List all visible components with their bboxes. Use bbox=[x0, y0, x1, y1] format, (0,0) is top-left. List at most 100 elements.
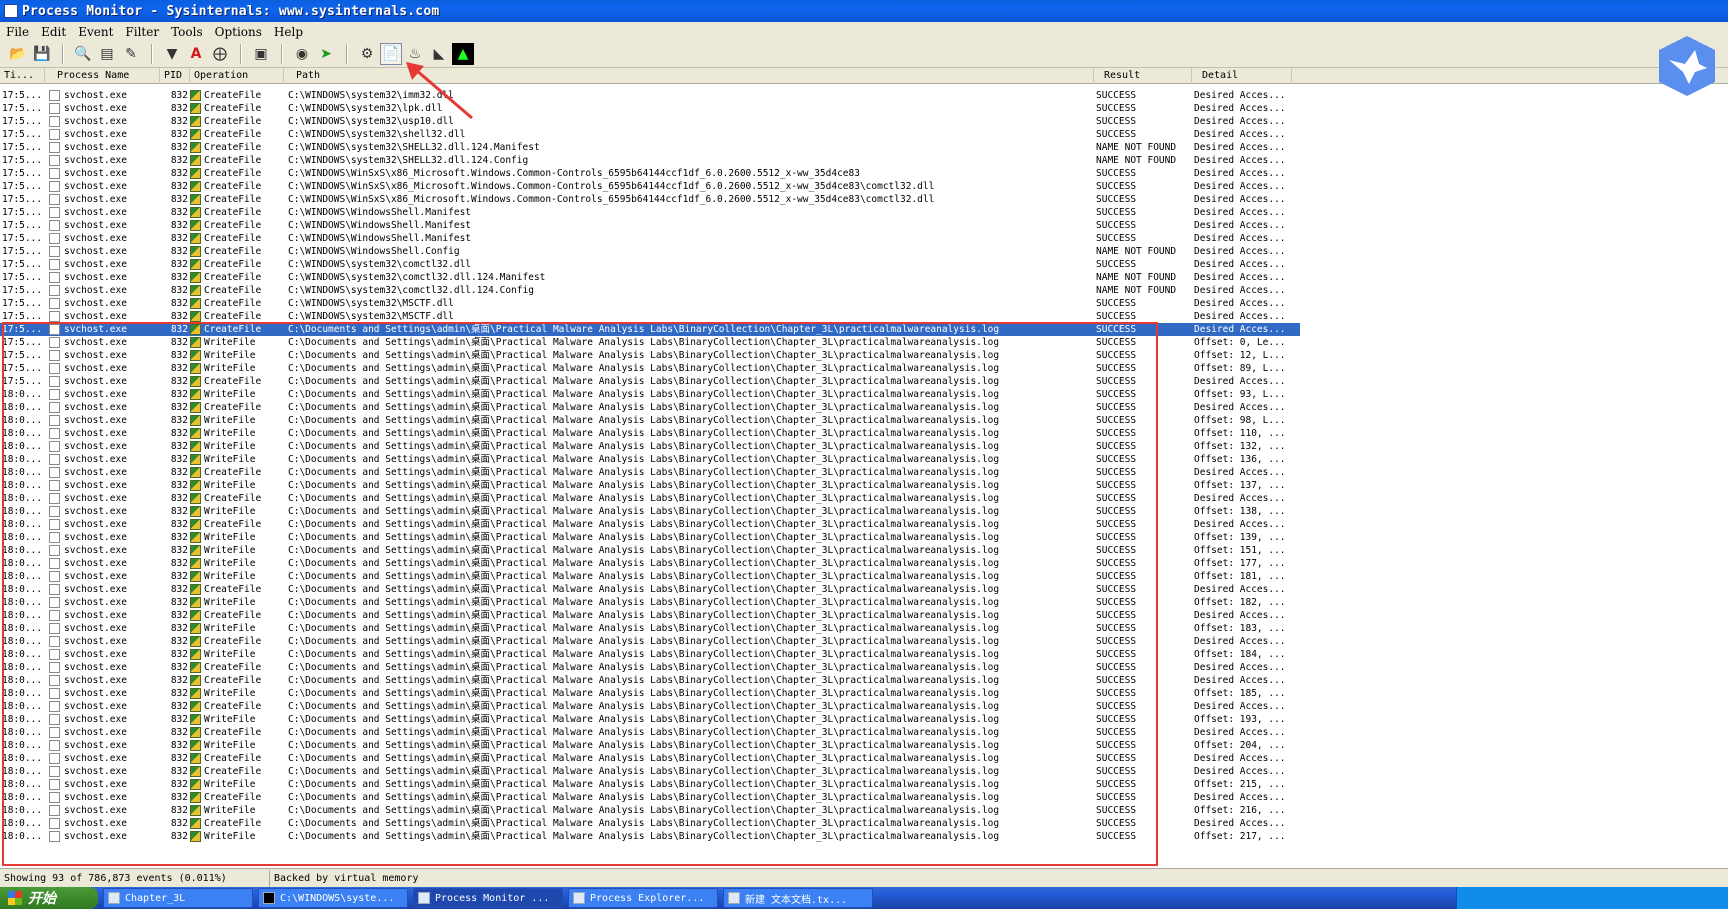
table-row[interactable]: 18:0... svchost.exe 832 CreateFile C:\Docume… bbox=[0, 466, 1300, 479]
task-chapter-3l[interactable]: Chapter_3L bbox=[103, 888, 253, 908]
title-bar[interactable]: Process Monitor - Sysinternals: www.sysi… bbox=[0, 0, 1728, 22]
menu-file[interactable]: File bbox=[0, 25, 35, 39]
table-row[interactable]: 18:0... svchost.exe 832 CreateFile C:\Docume… bbox=[0, 765, 1300, 778]
table-row[interactable]: 18:0... svchost.exe 832 CreateFile C:\Docume… bbox=[0, 661, 1300, 674]
table-row[interactable]: 17:5... svchost.exe 832 CreateFile C:\WINDOW… bbox=[0, 284, 1300, 297]
table-row[interactable]: 17:5... svchost.exe 832 CreateFile C:\WINDOW… bbox=[0, 180, 1300, 193]
jump-icon[interactable]: ▣ bbox=[250, 43, 272, 65]
table-row[interactable]: 18:0... svchost.exe 832 WriteFile C:\Documen… bbox=[0, 440, 1300, 453]
table-row[interactable]: 18:0... svchost.exe 832 CreateFile C:\Docume… bbox=[0, 817, 1300, 830]
autoscroll-icon[interactable]: ▤ bbox=[96, 43, 118, 65]
cell-time: 18:0... bbox=[2, 441, 43, 452]
table-row[interactable]: 17:5... svchost.exe 832 CreateFile C:\WINDOW… bbox=[0, 245, 1300, 258]
column-operation[interactable]: Operation bbox=[190, 68, 284, 84]
table-row[interactable]: 17:5... svchost.exe 832 CreateFile C:\WINDOW… bbox=[0, 232, 1300, 245]
table-row[interactable]: 18:0... svchost.exe 832 WriteFile C:\Documen… bbox=[0, 739, 1300, 752]
table-row[interactable]: 18:0... svchost.exe 832 WriteFile C:\Documen… bbox=[0, 414, 1300, 427]
table-row[interactable]: 18:0... svchost.exe 832 WriteFile C:\Documen… bbox=[0, 713, 1300, 726]
clear-icon[interactable]: ✎ bbox=[120, 43, 142, 65]
registry-icon[interactable]: ⚙ bbox=[356, 43, 378, 65]
table-row[interactable]: 18:0... svchost.exe 832 WriteFile C:\Documen… bbox=[0, 557, 1300, 570]
table-row[interactable]: 17:5... svchost.exe 832 CreateFile C:\WINDOW… bbox=[0, 310, 1300, 323]
table-row[interactable]: 18:0... svchost.exe 832 WriteFile C:\Documen… bbox=[0, 505, 1300, 518]
menu-help[interactable]: Help bbox=[268, 25, 309, 39]
task-notepad[interactable]: 新建 文本文档.tx... bbox=[723, 888, 873, 908]
network-icon[interactable]: ⨁ bbox=[209, 43, 231, 65]
table-row[interactable]: 18:0... svchost.exe 832 WriteFile C:\Documen… bbox=[0, 804, 1300, 817]
highlight-icon[interactable]: A bbox=[185, 43, 207, 65]
table-row[interactable]: 18:0... svchost.exe 832 CreateFile C:\Docume… bbox=[0, 700, 1300, 713]
table-row[interactable]: 18:0... svchost.exe 832 WriteFile C:\Documen… bbox=[0, 622, 1300, 635]
table-row[interactable]: 18:0... svchost.exe 832 WriteFile C:\Documen… bbox=[0, 778, 1300, 791]
table-row[interactable]: 18:0... svchost.exe 832 WriteFile C:\Documen… bbox=[0, 648, 1300, 661]
table-row[interactable]: 18:0... svchost.exe 832 CreateFile C:\Docume… bbox=[0, 583, 1300, 596]
start-button[interactable]: 开始 bbox=[0, 887, 98, 909]
task-command-prompt[interactable]: C:\WINDOWS\syste... bbox=[258, 888, 408, 908]
table-row[interactable]: 18:0... svchost.exe 832 CreateFile C:\Docume… bbox=[0, 726, 1300, 739]
column-time[interactable]: Ti... bbox=[0, 68, 45, 84]
table-row[interactable]: 17:5... svchost.exe 832 CreateFile C:\WINDOW… bbox=[0, 219, 1300, 232]
table-row[interactable]: 18:0... svchost.exe 832 CreateFile C:\Docume… bbox=[0, 752, 1300, 765]
event-list[interactable]: 17:5... svchost.exe 832 CreateFile C:\WINDOW… bbox=[0, 85, 1728, 863]
table-row[interactable]: 18:0... svchost.exe 832 CreateFile C:\Docume… bbox=[0, 674, 1300, 687]
table-row[interactable]: 18:0... svchost.exe 832 CreateFile C:\Docume… bbox=[0, 791, 1300, 804]
menu-edit[interactable]: Edit bbox=[35, 25, 72, 39]
table-row[interactable]: 17:5... svchost.exe 832 CreateFile C:\WINDOW… bbox=[0, 258, 1300, 271]
menu-event[interactable]: Event bbox=[72, 25, 119, 39]
menu-tools[interactable]: Tools bbox=[165, 25, 209, 39]
cell-operation: CreateFile bbox=[204, 493, 262, 504]
table-row[interactable]: 17:5... svchost.exe 832 CreateFile C:\WINDOW… bbox=[0, 102, 1300, 115]
table-row[interactable]: 18:0... svchost.exe 832 WriteFile C:\Documen… bbox=[0, 544, 1300, 557]
column-process-name[interactable]: Process Name bbox=[45, 68, 160, 84]
table-row[interactable]: 18:0... svchost.exe 832 WriteFile C:\Documen… bbox=[0, 531, 1300, 544]
table-row[interactable]: 18:0... svchost.exe 832 WriteFile C:\Documen… bbox=[0, 570, 1300, 583]
cell-path: C:\WINDOWS\system32\comctl32.dll.124.Con… bbox=[288, 285, 534, 296]
table-row[interactable]: 18:0... svchost.exe 832 WriteFile C:\Documen… bbox=[0, 388, 1300, 401]
table-row[interactable]: 18:0... svchost.exe 832 WriteFile C:\Documen… bbox=[0, 596, 1300, 609]
column-pid[interactable]: PID bbox=[160, 68, 190, 84]
network-activity-icon[interactable]: ♨ bbox=[404, 43, 426, 65]
table-row[interactable]: 17:5... svchost.exe 832 WriteFile C:\Documen… bbox=[0, 349, 1300, 362]
table-row[interactable]: 17:5... svchost.exe 832 CreateFile C:\WINDOW… bbox=[0, 141, 1300, 154]
save-icon[interactable]: 💾 bbox=[31, 43, 53, 65]
table-row[interactable]: 17:5... svchost.exe 832 CreateFile C:\WINDOW… bbox=[0, 271, 1300, 284]
table-row[interactable]: 18:0... svchost.exe 832 CreateFile C:\Docume… bbox=[0, 492, 1300, 505]
table-row[interactable]: 17:5... svchost.exe 832 CreateFile C:\WINDOW… bbox=[0, 193, 1300, 206]
find-icon[interactable]: ◉ bbox=[291, 43, 313, 65]
column-result[interactable]: Result bbox=[1094, 68, 1192, 84]
profiling-icon[interactable]: ▲ bbox=[452, 43, 474, 65]
table-row[interactable]: 17:5... svchost.exe 832 CreateFile C:\WINDOW… bbox=[0, 167, 1300, 180]
table-row[interactable]: 17:5... svchost.exe 832 WriteFile C:\Documen… bbox=[0, 362, 1300, 375]
cell-pid: 832 bbox=[170, 675, 188, 686]
open-icon[interactable]: 📂 bbox=[7, 43, 29, 65]
table-row[interactable]: 17:5... svchost.exe 832 CreateFile C:\WINDOW… bbox=[0, 297, 1300, 310]
table-row[interactable]: 17:5... svchost.exe 832 CreateFile C:\WINDOW… bbox=[0, 154, 1300, 167]
magnify-icon[interactable]: 🔍 bbox=[72, 43, 94, 65]
table-row[interactable]: 18:0... svchost.exe 832 CreateFile C:\Docume… bbox=[0, 635, 1300, 648]
table-row[interactable]: 18:0... svchost.exe 832 WriteFile C:\Documen… bbox=[0, 830, 1300, 843]
process-activity-icon[interactable]: ◣ bbox=[428, 43, 450, 65]
table-row[interactable]: 18:0... svchost.exe 832 WriteFile C:\Documen… bbox=[0, 479, 1300, 492]
table-row[interactable]: 18:0... svchost.exe 832 WriteFile C:\Documen… bbox=[0, 453, 1300, 466]
table-row[interactable]: 17:5... svchost.exe 832 CreateFile C:\Docume… bbox=[0, 323, 1300, 336]
column-detail[interactable]: Detail bbox=[1192, 68, 1292, 84]
table-row[interactable]: 18:0... svchost.exe 832 CreateFile C:\Docume… bbox=[0, 609, 1300, 622]
filter-icon[interactable]: ▼ bbox=[161, 43, 183, 65]
table-row[interactable]: 18:0... svchost.exe 832 CreateFile C:\Docume… bbox=[0, 518, 1300, 531]
table-row[interactable]: 17:5... svchost.exe 832 WriteFile C:\Documen… bbox=[0, 336, 1300, 349]
table-row[interactable]: 17:5... svchost.exe 832 CreateFile C:\WINDOW… bbox=[0, 89, 1300, 102]
task-process-monitor[interactable]: Process Monitor ... bbox=[413, 888, 563, 908]
table-row[interactable]: 17:5... svchost.exe 832 CreateFile C:\Docume… bbox=[0, 375, 1300, 388]
task-process-explorer[interactable]: Process Explorer... bbox=[568, 888, 718, 908]
jump-to-icon[interactable]: ➤ bbox=[315, 43, 337, 65]
table-row[interactable]: 17:5... svchost.exe 832 CreateFile C:\WINDOW… bbox=[0, 128, 1300, 141]
table-row[interactable]: 18:0... svchost.exe 832 WriteFile C:\Documen… bbox=[0, 687, 1300, 700]
table-row[interactable]: 17:5... svchost.exe 832 CreateFile C:\WINDOW… bbox=[0, 115, 1300, 128]
column-path[interactable]: Path bbox=[284, 68, 1094, 84]
file-system-icon[interactable]: 📄 bbox=[380, 43, 402, 65]
table-row[interactable]: 18:0... svchost.exe 832 CreateFile C:\Docume… bbox=[0, 401, 1300, 414]
menu-options[interactable]: Options bbox=[209, 25, 268, 39]
table-row[interactable]: 18:0... svchost.exe 832 WriteFile C:\Documen… bbox=[0, 427, 1300, 440]
table-row[interactable]: 17:5... svchost.exe 832 CreateFile C:\WINDOW… bbox=[0, 206, 1300, 219]
menu-filter[interactable]: Filter bbox=[119, 25, 165, 39]
